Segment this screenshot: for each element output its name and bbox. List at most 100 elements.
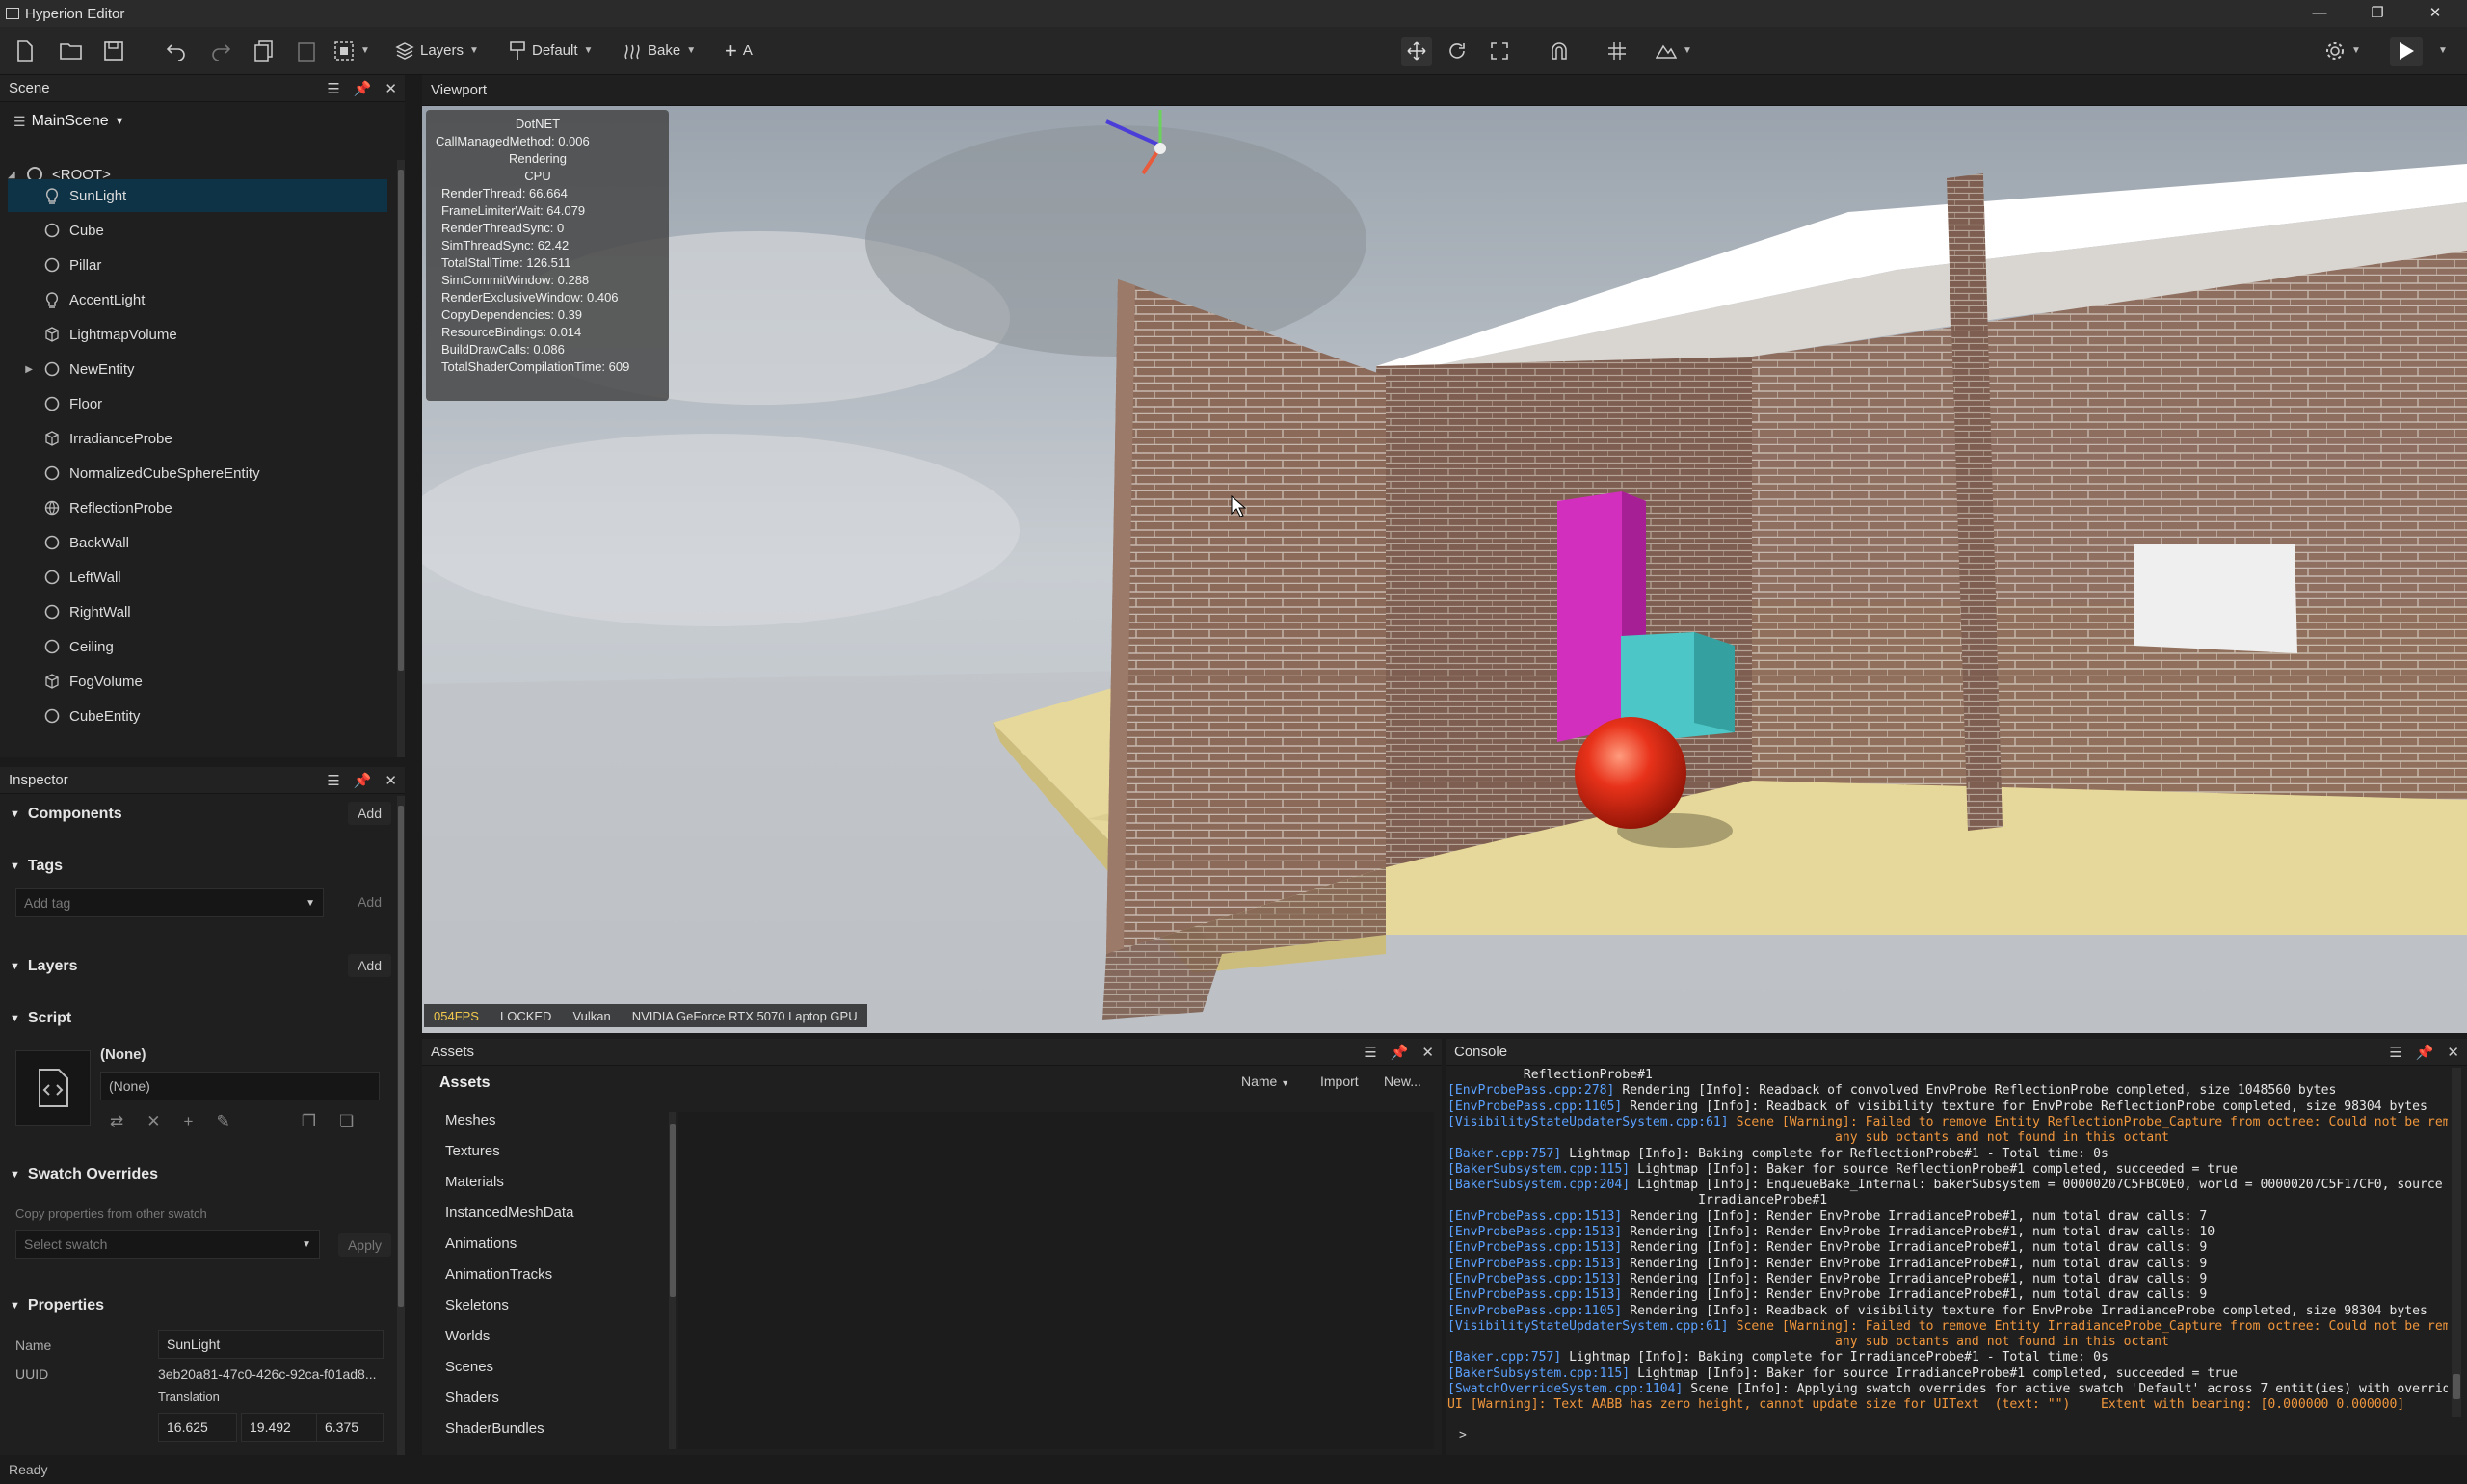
scene-tree-item[interactable]: LeftWall	[8, 561, 387, 594]
move-tool-icon[interactable]	[1401, 37, 1432, 66]
rotate-tool-icon[interactable]	[1447, 37, 1467, 66]
new-asset-button[interactable]: New...	[1384, 1073, 1421, 1089]
asset-folder-item[interactable]: Animations	[445, 1235, 517, 1252]
layers-section[interactable]: ▼ Layers	[10, 958, 77, 975]
scale-tool-icon[interactable]	[1490, 37, 1509, 66]
paste-icon[interactable]: ❏	[339, 1112, 354, 1131]
new-file-icon[interactable]	[15, 37, 35, 66]
asset-contents-area[interactable]	[678, 1112, 1434, 1449]
redo-icon[interactable]	[210, 37, 231, 66]
copy-icon[interactable]	[254, 37, 274, 66]
inspector-scrollbar[interactable]	[397, 796, 405, 1455]
select-swatch-dropdown[interactable]: Select swatch ▼	[15, 1230, 320, 1259]
panel-menu-icon[interactable]: ☰	[327, 772, 339, 789]
tags-section[interactable]: ▼ Tags	[10, 858, 63, 875]
panel-menu-icon[interactable]: ☰	[1364, 1044, 1376, 1061]
close-button[interactable]: ✕	[2413, 0, 2457, 27]
panel-close-icon[interactable]: ✕	[385, 772, 397, 789]
panel-close-icon[interactable]: ✕	[2447, 1044, 2459, 1061]
asset-folder-item[interactable]: Meshes	[445, 1112, 496, 1128]
asset-folder-item[interactable]: AnimationTracks	[445, 1266, 552, 1283]
add-component-button[interactable]: Add	[348, 802, 391, 825]
add-entity-button[interactable]: + A	[725, 37, 753, 66]
undo-icon[interactable]	[166, 37, 187, 66]
open-folder-icon[interactable]	[60, 37, 83, 66]
assets-scrollbar[interactable]	[669, 1112, 676, 1449]
scene-tree-item[interactable]: IrradianceProbe	[8, 422, 387, 455]
paste-icon[interactable]	[297, 37, 316, 66]
scene-tree-item[interactable]: ▶ NewEntity	[8, 353, 387, 385]
swap-icon[interactable]: ⇄	[110, 1112, 123, 1131]
components-section[interactable]: ▼ Components	[10, 806, 122, 823]
layers-dropdown[interactable]: Layers ▼	[395, 37, 479, 66]
asset-folder-item[interactable]: ShaderBundles	[445, 1420, 544, 1437]
collapse-arrow-icon[interactable]: ◢	[8, 170, 27, 180]
grid-icon[interactable]	[1607, 37, 1627, 66]
script-section[interactable]: ▼ Script	[10, 1010, 71, 1027]
asset-folder-item[interactable]: Textures	[445, 1143, 500, 1159]
pin-icon[interactable]: 📌	[354, 80, 372, 97]
scene-tree-item[interactable]: Ceiling	[8, 630, 387, 663]
maximize-button[interactable]: ❐	[2355, 0, 2400, 27]
viewport-canvas[interactable]: DotNET CallManagedMethod: 0.006 Rendering C…	[422, 106, 2467, 1033]
save-icon[interactable]	[104, 37, 123, 66]
scene-tree-item[interactable]: BackWall	[8, 526, 387, 559]
scene-scrollbar[interactable]	[397, 160, 405, 757]
scene-tree-item[interactable]: FogVolume	[8, 665, 387, 698]
import-button[interactable]: Import	[1320, 1073, 1359, 1089]
scene-tree-item[interactable]: AccentLight	[8, 283, 387, 316]
panel-close-icon[interactable]: ✕	[1421, 1044, 1434, 1061]
name-field[interactable]: SunLight	[158, 1330, 384, 1359]
clear-icon[interactable]: ✕	[146, 1112, 160, 1131]
console-input[interactable]: >	[1446, 1420, 2467, 1449]
bake-dropdown[interactable]: Bake ▼	[623, 37, 696, 66]
add-layer-button[interactable]: Add	[348, 954, 391, 977]
pin-icon[interactable]: 📌	[1391, 1044, 1409, 1061]
sort-dropdown[interactable]: Name ▼	[1241, 1073, 1289, 1089]
scene-tree-item[interactable]: Cube	[8, 214, 387, 247]
add-tag-button[interactable]: Add	[348, 890, 391, 914]
pin-icon[interactable]: 📌	[354, 772, 372, 789]
scene-tree-item[interactable]: LightmapVolume	[8, 318, 387, 351]
add-tag-input[interactable]: Add tag ▼	[15, 888, 324, 917]
translation-y-field[interactable]: 19.492	[241, 1413, 320, 1442]
panel-menu-icon[interactable]: ☰	[2389, 1044, 2401, 1061]
terrain-view-dropdown[interactable]: ▼	[1656, 37, 1692, 66]
asset-folder-item[interactable]: Materials	[445, 1174, 504, 1190]
copy-icon[interactable]: ❐	[302, 1112, 316, 1131]
scene-tree-item[interactable]: Floor	[8, 387, 387, 420]
translation-z-field[interactable]: 6.375	[316, 1413, 384, 1442]
play-options-chevron-icon[interactable]: ▼	[2438, 37, 2448, 66]
asset-folder-item[interactable]: Worlds	[445, 1328, 490, 1344]
asset-folder-item[interactable]: InstancedMeshData	[445, 1205, 573, 1221]
pin-icon[interactable]: 📌	[2416, 1044, 2434, 1061]
viewport-tab[interactable]: Viewport	[431, 82, 487, 98]
asset-folder-item[interactable]: Skeletons	[445, 1297, 509, 1313]
settings-gear-icon[interactable]: ▼	[2324, 37, 2361, 66]
swatch-overrides-section[interactable]: ▼ Swatch Overrides	[10, 1166, 158, 1183]
panel-menu-icon[interactable]: ☰	[327, 80, 339, 97]
script-file-icon[interactable]	[15, 1050, 91, 1126]
asset-folder-item[interactable]: Shaders	[445, 1390, 499, 1406]
scene-tree-item[interactable]: NormalizedCubeSphereEntity	[8, 457, 387, 490]
panel-close-icon[interactable]: ✕	[385, 80, 397, 97]
apply-swatch-button[interactable]: Apply	[337, 1233, 391, 1257]
select-mode-icon[interactable]: ▼	[333, 37, 370, 66]
edit-pencil-icon[interactable]: ✎	[216, 1112, 229, 1131]
scene-tree-item[interactable]: SunLight	[8, 179, 387, 212]
asset-folder-item[interactable]: Scenes	[445, 1359, 493, 1375]
plus-icon[interactable]: +	[184, 1112, 194, 1131]
scene-selector[interactable]: ☰ MainScene ▼	[0, 102, 405, 141]
default-swatch-dropdown[interactable]: Default ▼	[509, 37, 593, 66]
scene-tree-item[interactable]: Pillar	[8, 249, 387, 281]
magnet-snap-icon[interactable]	[1550, 37, 1569, 66]
properties-section[interactable]: ▼ Properties	[10, 1297, 104, 1314]
console-scrollbar[interactable]	[2452, 1068, 2461, 1417]
translation-x-field[interactable]: 16.625	[158, 1413, 237, 1442]
script-value-field[interactable]: (None)	[100, 1072, 380, 1100]
play-button[interactable]	[2390, 37, 2423, 66]
scene-tree-item[interactable]: ReflectionProbe	[8, 491, 387, 524]
scene-tree-item[interactable]: RightWall	[8, 596, 387, 628]
expand-arrow-icon[interactable]: ▶	[8, 364, 44, 375]
minimize-button[interactable]: —	[2297, 0, 2342, 27]
